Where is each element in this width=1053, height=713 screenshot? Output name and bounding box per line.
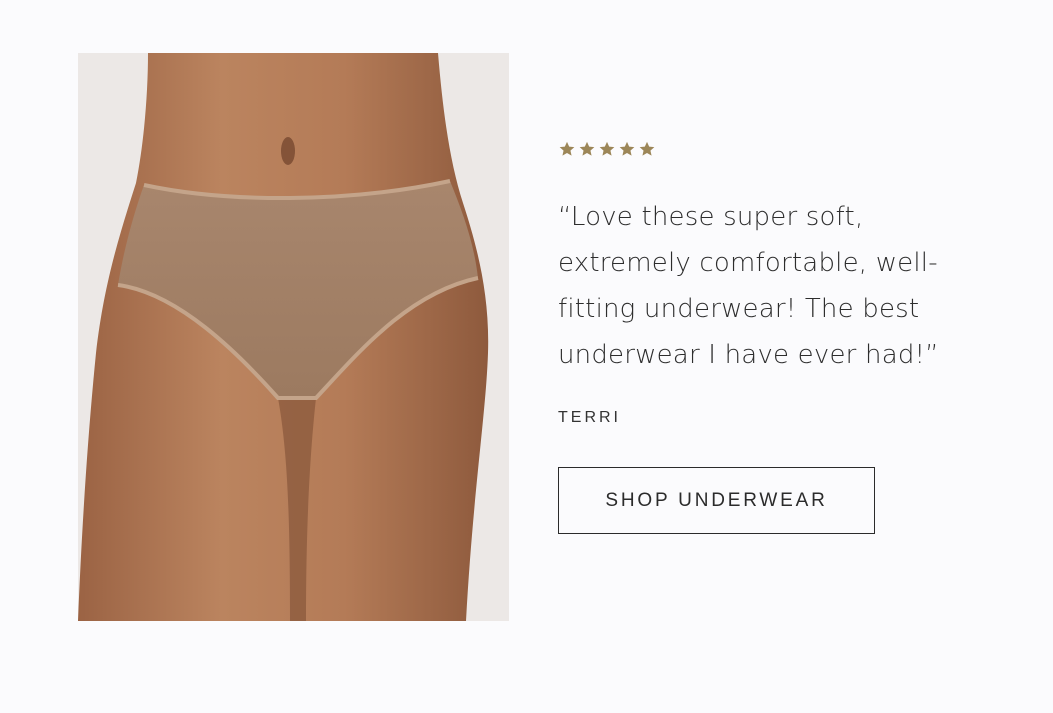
review-quote: “Love these super soft, extremely comfor…	[558, 202, 939, 370]
product-photo	[78, 53, 509, 621]
star-icon	[619, 141, 635, 156]
star-icon	[599, 141, 615, 156]
rating-stars	[558, 140, 656, 158]
review-author: TERRI	[558, 409, 621, 426]
shop-underwear-button[interactable]: SHOP UNDERWEAR	[558, 467, 875, 534]
star-icon	[639, 141, 655, 156]
star-icon	[579, 141, 595, 156]
model-underwear-image	[78, 53, 509, 621]
star-icon	[559, 141, 575, 156]
